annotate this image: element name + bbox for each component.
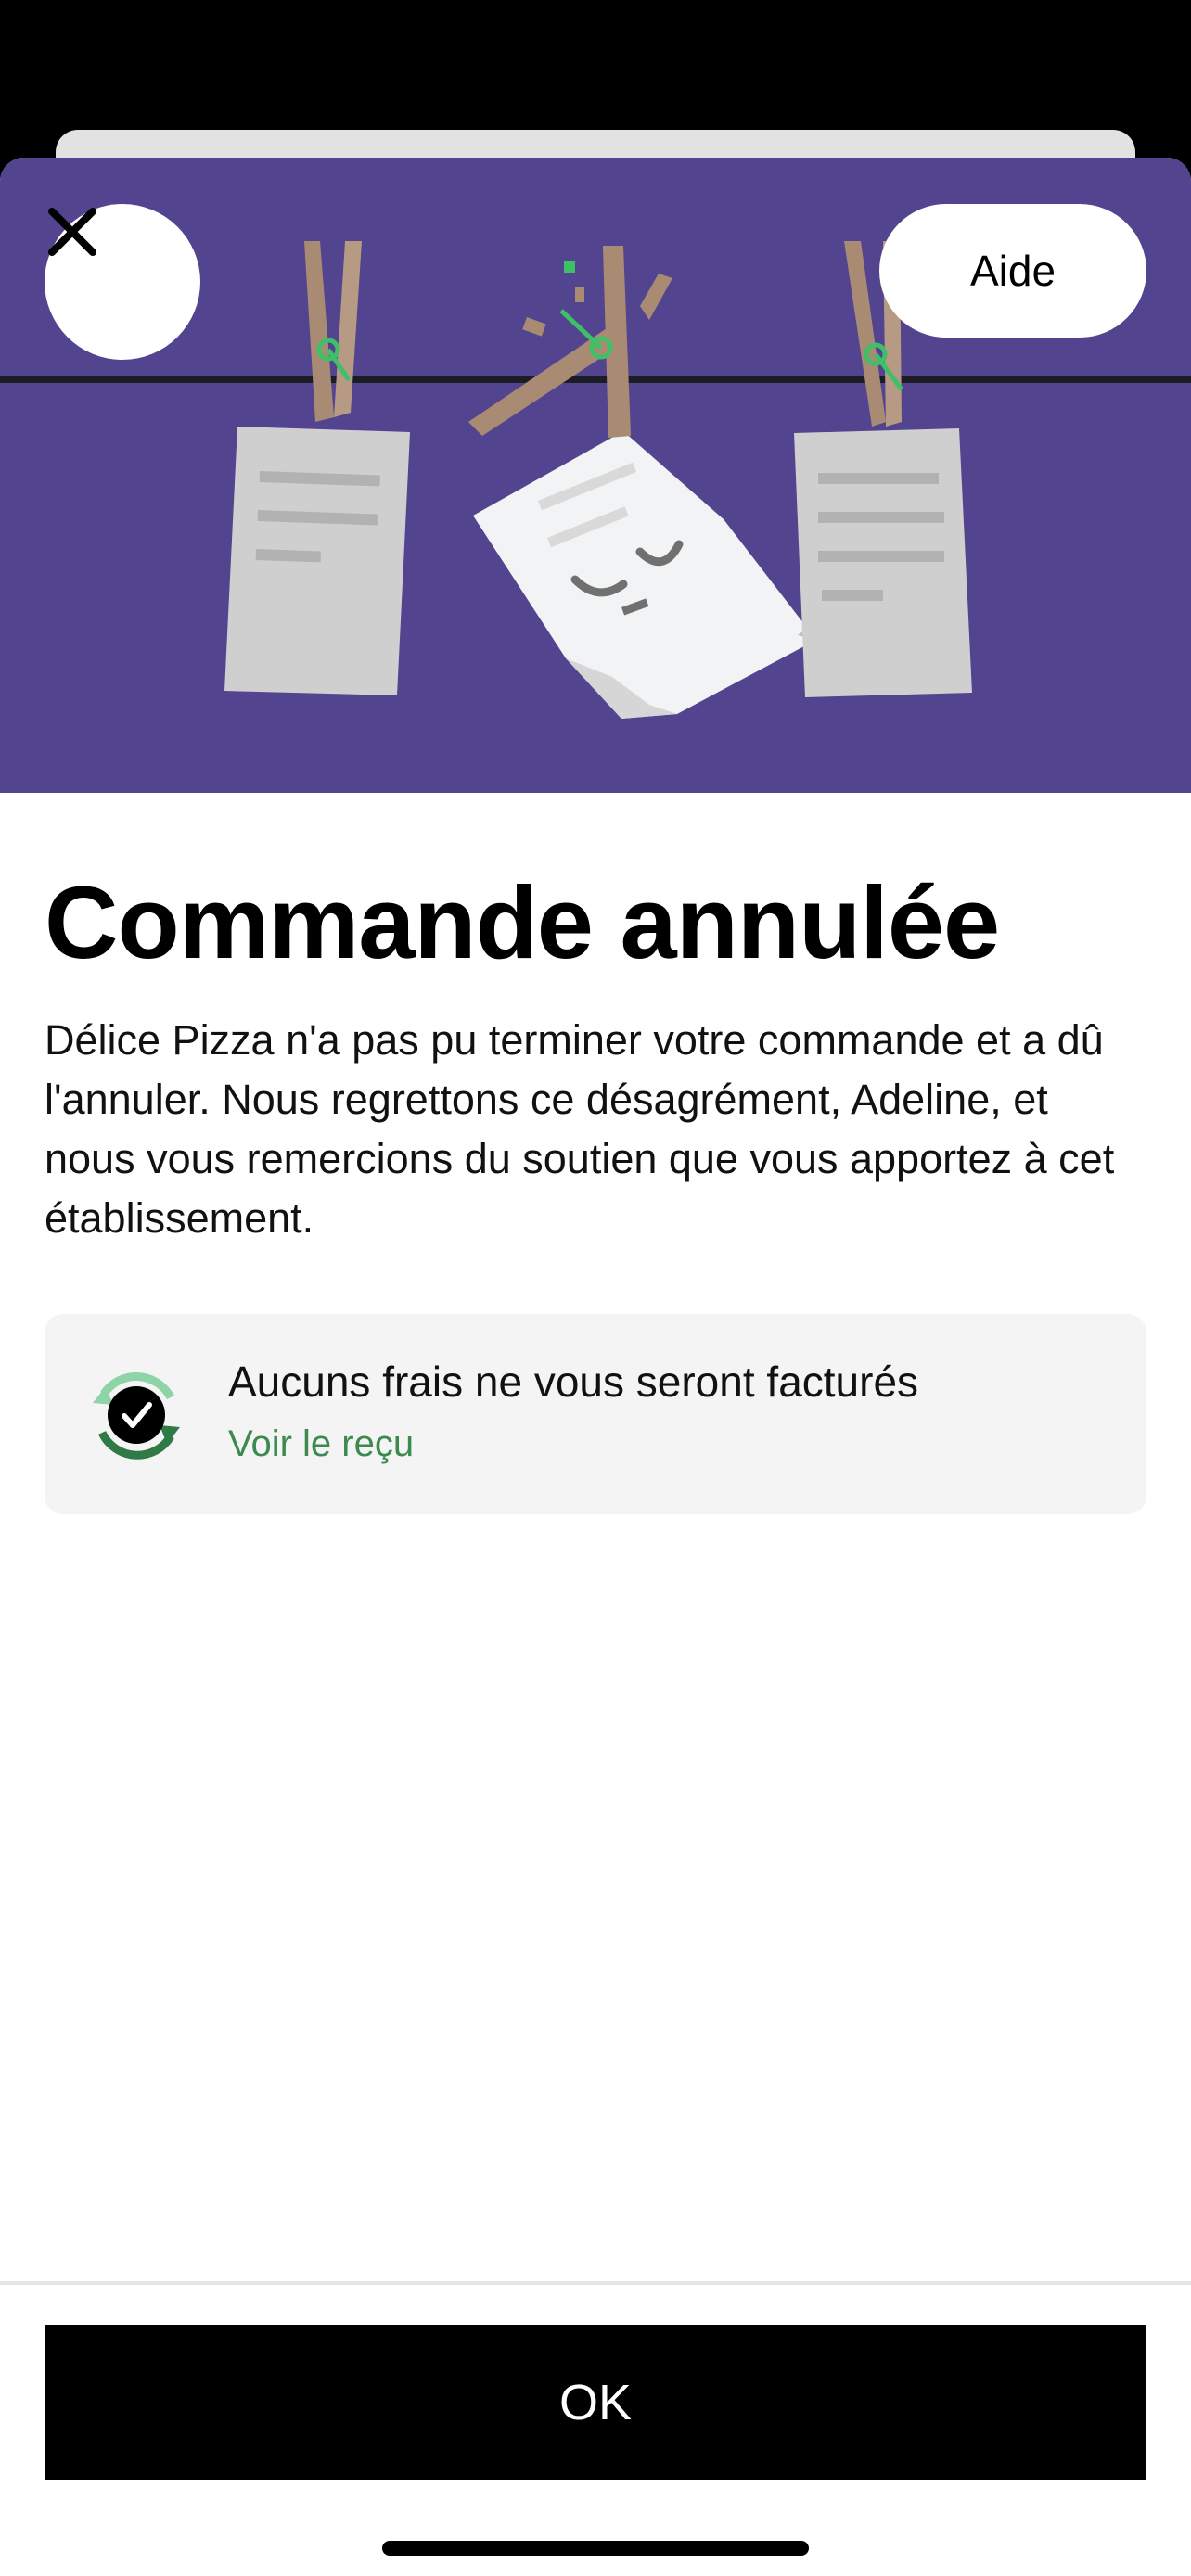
ok-button[interactable]: OK bbox=[45, 2325, 1146, 2480]
close-button[interactable] bbox=[45, 204, 200, 360]
close-icon bbox=[48, 208, 96, 256]
home-indicator bbox=[382, 2541, 809, 2556]
check-circle-icon bbox=[93, 1372, 180, 1460]
hero-illustration: Aide bbox=[0, 158, 1191, 793]
help-button[interactable]: Aide bbox=[879, 204, 1146, 338]
bottom-sheet: Aide Commande annulée Délice Pizza n'a p… bbox=[0, 158, 1191, 2576]
footer-divider bbox=[0, 2281, 1191, 2285]
no-charge-title: Aucuns frais ne vous seront facturés bbox=[228, 1358, 919, 1406]
view-receipt-link[interactable]: Voir le reçu bbox=[228, 1423, 414, 1465]
page-title: Commande annulée bbox=[45, 866, 1000, 980]
no-charge-card: Aucuns frais ne vous seront facturés Voi… bbox=[45, 1314, 1146, 1514]
cancellation-message: Délice Pizza n'a pas pu terminer votre c… bbox=[45, 1016, 1115, 1242]
status-bar bbox=[0, 0, 1191, 130]
